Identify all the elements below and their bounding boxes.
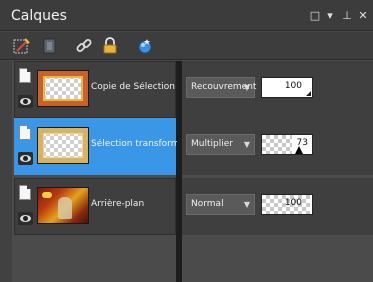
layer-name-cell[interactable]: Sélection transformée: [14, 118, 177, 175]
chevron-down-icon: ▼: [243, 200, 250, 209]
layer-row[interactable]: Arrière-plan Normal ▼ 100: [14, 178, 373, 235]
link-icon[interactable]: [74, 36, 94, 56]
title-bar: Calques □ ▾ ⊥ ✕: [0, 0, 373, 31]
chevron-down-icon: ▼: [243, 83, 250, 92]
raster-layer-icon: [19, 125, 31, 140]
blend-mode-select[interactable]: Multiplier ▼: [186, 134, 255, 155]
opacity-value: 100: [284, 198, 302, 208]
blend-mode-select[interactable]: Normal ▼: [186, 194, 255, 215]
blend-mode-value: Normal: [191, 199, 224, 209]
blend-mode-value: Multiplier: [191, 139, 233, 149]
layer-name: Arrière-plan: [91, 199, 145, 209]
group-strip: [0, 61, 12, 282]
layer-properties: Multiplier ▼ 73: [182, 118, 373, 175]
layer-properties: Normal ▼ 100: [182, 178, 373, 235]
layer-thumbnail: [37, 127, 89, 164]
slider-handle-icon: [306, 91, 311, 96]
maximize-icon[interactable]: □: [308, 9, 322, 23]
visibility-eye-icon[interactable]: [18, 212, 33, 225]
raster-layer-icon: [19, 185, 31, 200]
pin-icon[interactable]: ⊥: [340, 9, 354, 23]
lock-icon[interactable]: [100, 36, 120, 56]
opacity-value: 73: [296, 138, 308, 148]
layers-panel: Calques □ ▾ ⊥ ✕ Copie de Sélection Recou…: [0, 0, 373, 282]
dropdown-icon[interactable]: ▾: [323, 9, 337, 23]
new-raster-layer-icon[interactable]: [12, 36, 32, 56]
layer-name: Sélection transformée: [91, 139, 177, 149]
visibility-eye-icon[interactable]: [18, 95, 33, 108]
panel-title: Calques: [11, 8, 67, 24]
layer-thumbnail: [37, 70, 89, 107]
opacity-checker: [262, 135, 292, 154]
layers-toolbar: [0, 32, 373, 60]
blend-mode-select[interactable]: Recouvrement ▼: [186, 77, 256, 98]
chevron-down-icon: ▼: [243, 140, 250, 149]
close-icon[interactable]: ✕: [356, 9, 370, 23]
opacity-slider[interactable]: 100: [261, 77, 313, 98]
layer-name-cell[interactable]: Copie de Sélection tra: [14, 61, 177, 118]
layer-properties: Recouvrement ▼ 100: [182, 61, 373, 118]
raster-layer-icon: [19, 68, 31, 83]
opacity-value: 100: [284, 81, 302, 91]
opacity-slider[interactable]: 100: [261, 194, 313, 215]
layer-thumbnail: [37, 187, 89, 224]
layer-name: Copie de Sélection tra: [91, 82, 177, 92]
layer-style-icon[interactable]: [135, 36, 155, 56]
layer-row[interactable]: Sélection transformée Multiplier ▼ 73: [14, 118, 373, 175]
opacity-slider[interactable]: 73: [261, 134, 313, 155]
layer-row[interactable]: Copie de Sélection tra Recouvrement ▼ 10…: [14, 61, 373, 118]
new-mask-icon[interactable]: [40, 36, 60, 56]
visibility-eye-icon[interactable]: [18, 152, 33, 165]
layer-name-cell[interactable]: Arrière-plan: [14, 178, 176, 235]
